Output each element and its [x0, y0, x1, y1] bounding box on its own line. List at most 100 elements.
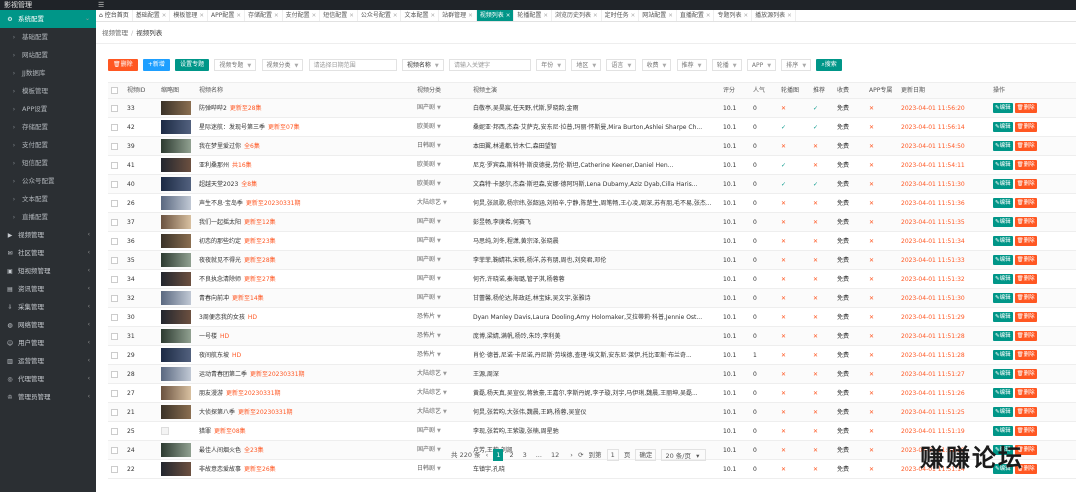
popularity-cell[interactable]: 0 — [750, 98, 778, 118]
row-checkbox[interactable] — [111, 389, 118, 397]
table-header-cell[interactable] — [108, 82, 124, 99]
row-checkbox[interactable] — [111, 237, 118, 245]
close-icon[interactable]: ✕ — [506, 13, 511, 19]
cross-icon[interactable]: ✕ — [869, 295, 874, 302]
tab[interactable]: 定时任务 ✕ — [602, 10, 640, 21]
tab[interactable]: 存储配置 ✕ — [245, 10, 283, 21]
score-cell[interactable]: 10.1 — [720, 174, 750, 194]
cross-icon[interactable]: ✕ — [869, 219, 874, 226]
cross-icon[interactable]: ✕ — [869, 162, 874, 169]
tab[interactable]: 直播配置 ✕ — [677, 10, 715, 21]
cross-icon[interactable]: ✕ — [869, 466, 874, 473]
sidebar-item[interactable]: › 文本配置 — [0, 190, 96, 208]
cross-icon[interactable]: ✕ — [781, 447, 786, 454]
page-number[interactable]: 1 — [493, 449, 504, 461]
delete-row-button[interactable]: 🗑删除 — [1014, 198, 1037, 208]
cross-icon[interactable]: ✕ — [781, 143, 786, 150]
category-cell[interactable]: 恐怖片 ▼ — [414, 307, 470, 327]
sidebar-item[interactable]: › JJ数据库 — [0, 64, 96, 82]
tab[interactable]: ⌂ 控台首页 — [96, 10, 133, 21]
close-icon[interactable]: ✕ — [393, 13, 398, 19]
score-cell[interactable]: 10.1 — [720, 98, 750, 118]
cross-icon[interactable]: ✕ — [813, 333, 818, 340]
close-icon[interactable]: ✕ — [631, 13, 636, 19]
cross-icon[interactable]: ✕ — [781, 371, 786, 378]
cross-icon[interactable]: ✕ — [869, 200, 874, 207]
edit-button[interactable]: ✎编辑 — [993, 388, 1013, 398]
close-icon[interactable]: ✕ — [668, 13, 673, 19]
delete-row-button[interactable]: 🗑删除 — [1014, 217, 1037, 227]
cross-icon[interactable]: ✕ — [813, 276, 818, 283]
popularity-cell[interactable]: 0 — [750, 231, 778, 251]
cross-icon[interactable]: ✕ — [869, 238, 874, 245]
edit-button[interactable]: ✎编辑 — [993, 350, 1013, 360]
cross-icon[interactable]: ✕ — [869, 181, 874, 188]
search-button[interactable]: ⌕搜索 — [816, 59, 842, 71]
tab[interactable]: APP配置 ✕ — [208, 10, 245, 21]
cross-icon[interactable]: ✕ — [869, 257, 874, 264]
cross-icon[interactable]: ✕ — [813, 200, 818, 207]
row-checkbox[interactable] — [111, 161, 118, 169]
goto-page-input[interactable]: 1 — [606, 449, 619, 461]
refresh-icon[interactable]: ⟳ — [578, 449, 583, 461]
category-cell[interactable]: 欧美剧 ▼ — [414, 155, 470, 175]
cross-icon[interactable]: ✕ — [813, 257, 818, 264]
delete-row-button[interactable]: 🗑删除 — [1014, 274, 1037, 284]
delete-row-button[interactable]: 🗑删除 — [1014, 369, 1037, 379]
cross-icon[interactable]: ✕ — [781, 105, 786, 112]
sidebar-item[interactable]: › 存储配置 — [0, 118, 96, 136]
edit-button[interactable]: ✎编辑 — [993, 122, 1013, 132]
row-checkbox[interactable] — [111, 370, 118, 378]
score-cell[interactable]: 10.1 — [720, 288, 750, 308]
cross-icon[interactable]: ✕ — [869, 409, 874, 416]
row-checkbox[interactable] — [111, 256, 118, 264]
tab[interactable]: 网站配置 ✕ — [639, 10, 677, 21]
row-checkbox[interactable] — [111, 104, 118, 112]
score-cell[interactable]: 10.1 — [720, 383, 750, 403]
popularity-cell[interactable]: 0 — [750, 402, 778, 422]
cross-icon[interactable]: ✕ — [781, 295, 786, 302]
close-icon[interactable]: ✕ — [349, 13, 354, 19]
row-checkbox[interactable] — [111, 199, 118, 207]
check-icon[interactable]: ✓ — [813, 105, 818, 112]
score-cell[interactable]: 10.1 — [720, 402, 750, 422]
cross-icon[interactable]: ✕ — [813, 295, 818, 302]
edit-button[interactable]: ✎编辑 — [993, 103, 1013, 113]
tab[interactable]: 播放源列表 ✕ — [752, 10, 796, 21]
delete-row-button[interactable]: 🗑删除 — [1014, 388, 1037, 398]
score-cell[interactable]: 10.1 — [720, 212, 750, 232]
sidebar-item[interactable]: ⇩ 采集管理 ‹ — [0, 298, 96, 316]
app-select[interactable]: APP ▼ — [746, 59, 777, 71]
page-number[interactable]: 3 — [520, 449, 530, 461]
delete-row-button[interactable]: 🗑删除 — [1014, 160, 1037, 170]
edit-button[interactable]: ✎编辑 — [993, 331, 1013, 341]
cross-icon[interactable]: ✕ — [781, 257, 786, 264]
check-icon[interactable]: ✓ — [781, 124, 786, 131]
topic-select[interactable]: 视频专题 ▼ — [214, 59, 257, 71]
row-checkbox[interactable] — [111, 218, 118, 226]
cross-icon[interactable]: ✕ — [869, 447, 874, 454]
add-button[interactable]: +新增 — [142, 59, 170, 71]
tab[interactable]: 公众号配置 ✕ — [358, 10, 402, 21]
tab[interactable]: 模板管理 ✕ — [170, 10, 208, 21]
sidebar-item[interactable]: › 公众号配置 — [0, 172, 96, 190]
cross-icon[interactable]: ✕ — [813, 219, 818, 226]
per-page-select[interactable]: 20 条/页 ▾ — [661, 449, 707, 461]
delete-row-button[interactable]: 🗑删除 — [1014, 426, 1037, 436]
cross-icon[interactable]: ✕ — [869, 371, 874, 378]
delete-row-button[interactable]: 🗑删除 — [1014, 350, 1037, 360]
cross-icon[interactable]: ✕ — [813, 352, 818, 359]
page-number[interactable]: 12 — [548, 449, 562, 461]
check-icon[interactable]: ✓ — [781, 162, 786, 169]
cross-icon[interactable]: ✕ — [781, 314, 786, 321]
delete-row-button[interactable]: 🗑删除 — [1014, 312, 1037, 322]
cross-icon[interactable]: ✕ — [781, 219, 786, 226]
close-icon[interactable]: ✕ — [743, 13, 748, 19]
row-checkbox[interactable] — [111, 123, 118, 131]
prev-page-icon[interactable]: ‹ — [486, 449, 489, 461]
popularity-cell[interactable]: 0 — [750, 136, 778, 156]
cross-icon[interactable]: ✕ — [813, 238, 818, 245]
row-checkbox[interactable] — [111, 313, 118, 321]
close-icon[interactable]: ✕ — [593, 13, 598, 19]
sidebar-item[interactable]: ◎ 代理管理 ‹ — [0, 370, 96, 388]
